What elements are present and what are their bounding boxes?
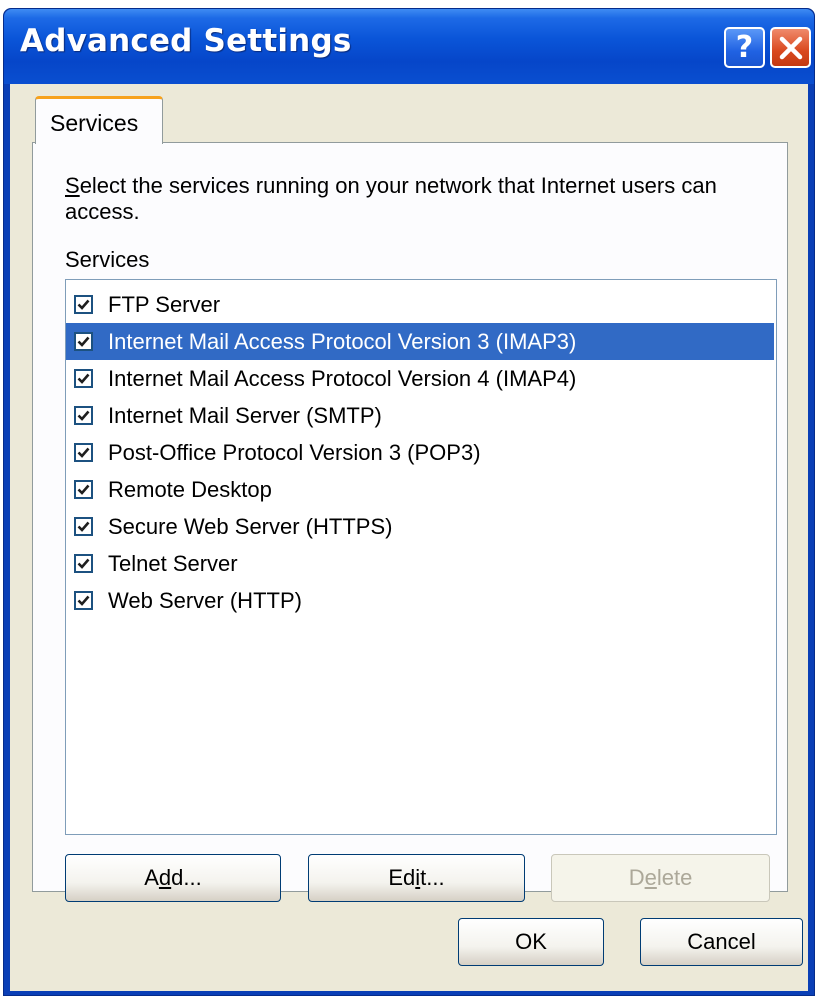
service-label: Telnet Server (108, 550, 238, 576)
list-item[interactable]: FTP Server (66, 286, 776, 323)
delete-button[interactable]: Delete (551, 854, 770, 902)
checkmark-icon (77, 484, 90, 495)
services-tab-panel: Select the services running on your netw… (32, 142, 788, 902)
title-bar[interactable]: Advanced Settings ? (4, 9, 814, 84)
service-label: Web Server (HTTP) (108, 587, 302, 613)
list-item[interactable]: Internet Mail Server (SMTP) (66, 397, 776, 434)
window-title: Advanced Settings (20, 23, 352, 59)
ok-button[interactable]: OK (458, 918, 604, 966)
service-checkbox[interactable] (74, 517, 93, 536)
list-item[interactable]: Telnet Server (66, 545, 776, 582)
list-item[interactable]: Post-Office Protocol Version 3 (POP3) (66, 434, 776, 471)
service-checkbox[interactable] (74, 480, 93, 499)
service-checkbox[interactable] (74, 295, 93, 314)
service-label: Internet Mail Access Protocol Version 3 … (108, 328, 577, 354)
list-item[interactable]: Internet Mail Access Protocol Version 3 … (66, 323, 774, 360)
service-checkbox[interactable] (74, 369, 93, 388)
checkmark-icon (77, 299, 90, 310)
services-list-label: Services (65, 247, 150, 272)
close-icon (779, 36, 802, 59)
description-body: elect the services running on your netwo… (65, 173, 717, 224)
checkmark-icon (77, 410, 90, 421)
service-label: Post-Office Protocol Version 3 (POP3) (108, 439, 481, 465)
checkmark-icon (77, 521, 90, 532)
list-item[interactable]: Remote Desktop (66, 471, 776, 508)
add-button-label: Add... (144, 865, 202, 890)
cancel-button[interactable]: Cancel (640, 918, 803, 966)
description-accelerator: S (65, 173, 80, 198)
edit-button-label: Edit... (388, 865, 445, 890)
service-label: Remote Desktop (108, 476, 272, 502)
service-checkbox[interactable] (74, 406, 93, 425)
service-label: Internet Mail Access Protocol Version 4 … (108, 365, 577, 391)
service-checkbox[interactable] (74, 332, 93, 351)
close-button[interactable] (770, 27, 811, 68)
service-label: FTP Server (108, 291, 221, 317)
services-list[interactable]: FTP Server Internet Mail Access Protocol … (65, 279, 777, 835)
list-item[interactable]: Secure Web Server (HTTPS) (66, 508, 776, 545)
dialog-client-area: Services Select the services running on … (10, 84, 808, 991)
add-button[interactable]: Add... (65, 854, 281, 902)
checkmark-icon (77, 447, 90, 458)
help-button[interactable]: ? (724, 27, 765, 68)
advanced-settings-dialog: Advanced Settings ? Services Select the … (3, 8, 815, 996)
edit-button[interactable]: Edit... (308, 854, 525, 902)
service-checkbox[interactable] (74, 591, 93, 610)
list-item[interactable]: Web Server (HTTP) (66, 582, 776, 619)
tab-services[interactable]: Services (35, 96, 163, 144)
checkmark-icon (77, 336, 90, 347)
checkmark-icon (77, 595, 90, 606)
description-text: Select the services running on your netw… (65, 173, 765, 225)
service-label: Internet Mail Server (SMTP) (108, 402, 382, 428)
service-checkbox[interactable] (74, 443, 93, 462)
service-checkbox[interactable] (74, 554, 93, 573)
list-item[interactable]: Internet Mail Access Protocol Version 4 … (66, 360, 776, 397)
help-icon: ? (735, 30, 754, 65)
delete-button-label: Delete (628, 865, 693, 890)
checkmark-icon (77, 373, 90, 384)
service-label: Secure Web Server (HTTPS) (108, 513, 393, 539)
checkmark-icon (77, 558, 90, 569)
